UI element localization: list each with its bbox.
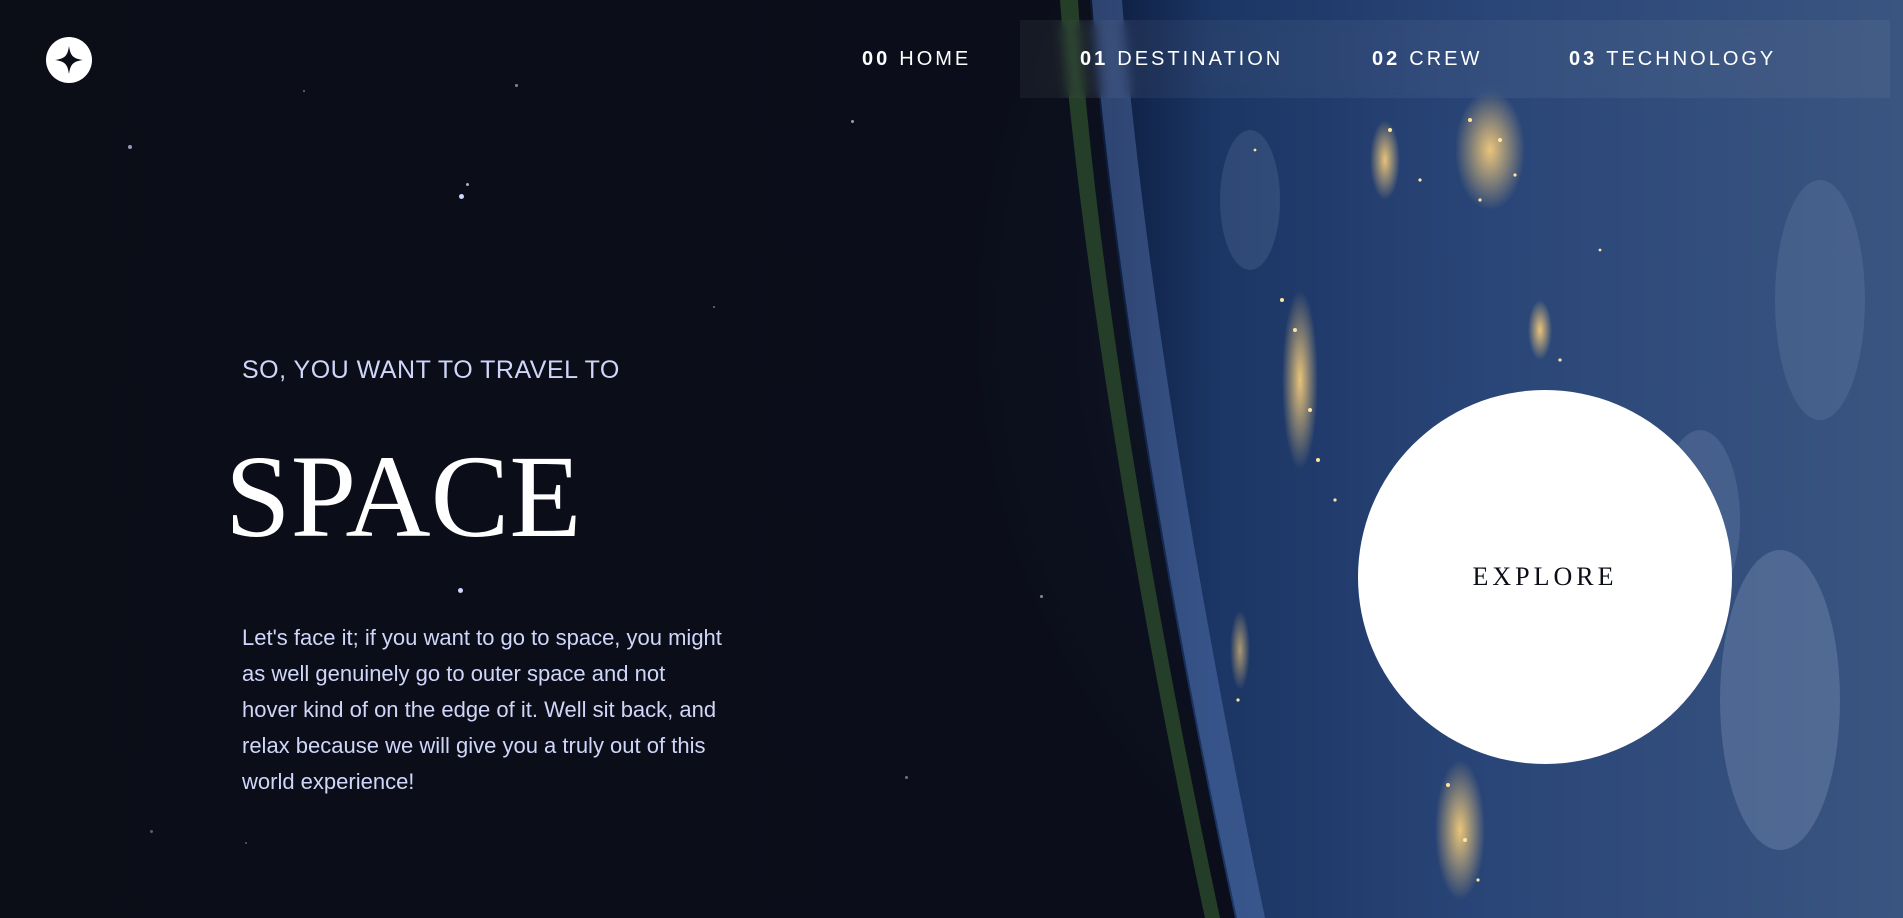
- nav-item-label: DESTINATION: [1117, 47, 1284, 70]
- nav-item-label: HOME: [899, 47, 972, 70]
- hero-description: Let's face it; if you want to go to spac…: [242, 625, 722, 794]
- nav-item-destination[interactable]: 01 DESTINATION: [1080, 20, 1283, 98]
- main-navigation: 00 HOME 01 DESTINATION 02 CREW 03 TECHNO…: [862, 20, 1890, 98]
- page-title: SPACE: [225, 431, 582, 562]
- home-page: 00 HOME 01 DESTINATION 02 CREW 03 TECHNO…: [0, 0, 1903, 918]
- explore-button[interactable]: EXPLORE: [1358, 390, 1732, 764]
- star-decoration: [1040, 595, 1043, 598]
- nav-item-crew[interactable]: 02 CREW: [1372, 20, 1482, 98]
- hero-eyebrow: SO, YOU WANT TO TRAVEL TO: [242, 356, 620, 384]
- star-decoration: [459, 194, 464, 199]
- logo[interactable]: [46, 37, 92, 83]
- star-logo-icon: [55, 46, 83, 74]
- nav-item-number: 03: [1569, 47, 1598, 70]
- nav-item-label: CREW: [1409, 47, 1483, 70]
- nav-item-number: 02: [1372, 47, 1401, 70]
- explore-button-label: EXPLORE: [1472, 562, 1618, 591]
- nav-item-home[interactable]: 00 HOME: [862, 20, 971, 98]
- nav-item-number: 01: [1080, 47, 1109, 70]
- star-decoration: [905, 776, 908, 779]
- star-decoration: [458, 588, 463, 593]
- star-decoration: [303, 90, 305, 92]
- star-decoration: [128, 145, 132, 149]
- nav-item-technology[interactable]: 03 TECHNOLOGY: [1569, 20, 1776, 98]
- star-decoration: [245, 842, 247, 844]
- nav-item-number: 00: [862, 47, 891, 70]
- nav-item-label: TECHNOLOGY: [1606, 47, 1777, 70]
- star-decoration: [713, 306, 715, 308]
- star-decoration: [851, 120, 854, 123]
- star-decoration: [150, 830, 153, 833]
- star-decoration: [466, 183, 469, 186]
- star-decoration: [515, 84, 518, 87]
